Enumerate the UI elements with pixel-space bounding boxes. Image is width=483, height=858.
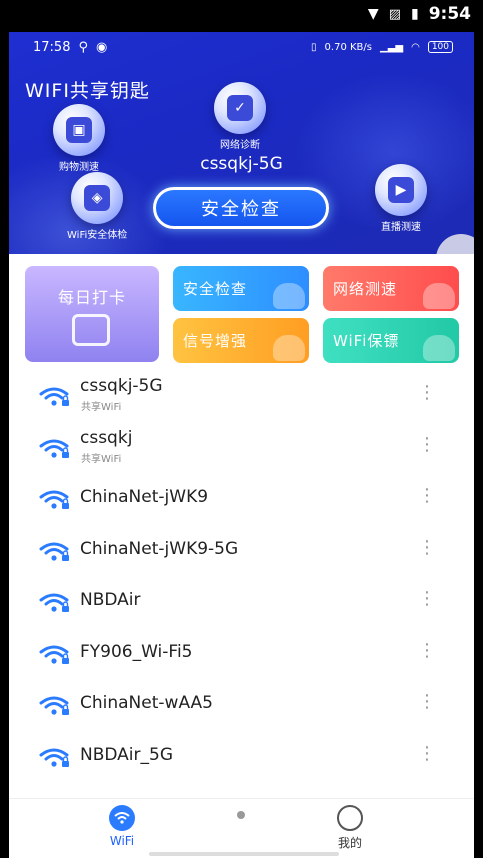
- speed-test-label: 网络测速: [333, 280, 398, 298]
- system-status-bar: ▼ ▨ ▮ 9:54: [0, 0, 483, 32]
- shield-icon: ◈: [84, 185, 111, 211]
- signal-boost-label: 信号增强: [183, 332, 248, 350]
- signal-bars-icon: ▁▃▅: [380, 41, 404, 53]
- wifi-network-row[interactable]: NBDAir ⋮: [9, 576, 474, 628]
- system-time: 9:54: [428, 4, 471, 24]
- decor-circle: [436, 234, 474, 254]
- vibrate-icon: ▯: [311, 41, 317, 53]
- calendar-icon: [72, 314, 110, 346]
- wifi-status-icon: ◠: [411, 41, 420, 53]
- daily-checkin-card[interactable]: 每日打卡: [25, 266, 159, 362]
- wifi-network-row[interactable]: ChinaNet-jWK9-5G ⋮: [9, 525, 474, 577]
- tab-mine-label: 我的: [337, 836, 362, 850]
- tab-wifi[interactable]: WiFi: [109, 805, 135, 848]
- network-speed: 0.70 KB/s: [324, 41, 372, 53]
- live-speed-button[interactable]: ▶ 直播测速: [375, 164, 427, 233]
- more-options-icon[interactable]: ⋮: [418, 435, 436, 454]
- network-name: ChinaNet-wAA5: [80, 693, 213, 713]
- signal-icon: ▼: [367, 6, 379, 22]
- app-title: WIFI共享钥匙: [25, 80, 150, 102]
- network-name: ChinaNet-jWK9-5G: [80, 538, 239, 559]
- more-options-icon[interactable]: ⋮: [418, 538, 436, 557]
- wifi-lock-icon: [39, 696, 69, 715]
- network-subtitle: 共享WiFi: [81, 453, 122, 465]
- sim-icon: ▨: [388, 6, 401, 22]
- tv-icon: ▶: [388, 177, 414, 203]
- usb-icon: ⚲: [78, 39, 88, 55]
- wifi-lock-icon: [39, 439, 69, 458]
- network-name: ChinaNet-jWK9: [80, 487, 209, 507]
- network-diagnose-button[interactable]: ✓ 网络诊断: [214, 82, 266, 151]
- status-time: 17:58: [33, 39, 71, 55]
- wifi-boost-icon: [273, 335, 305, 361]
- network-subtitle: 共享WiFi: [81, 402, 122, 413]
- wifi-security-scan-button[interactable]: ◈ WiFi安全体检: [67, 172, 127, 241]
- network-name: NBDAir: [80, 590, 141, 610]
- wifi-lock-icon: [39, 490, 69, 509]
- app-window: 17:58 ⚲ ◉ ▯ 0.70 KB/s ▁▃▅ ◠ 100 WIFI共享钥匙…: [9, 32, 474, 858]
- tab-wifi-label: WiFi: [109, 834, 135, 848]
- wifi-network-list: cssqkj-5G 共享WiFi ⋮ cssqkj 共享WiFi ⋮ ChinaNet-jW…: [9, 370, 474, 782]
- tab-mine[interactable]: 我的: [337, 805, 363, 851]
- battery-level: 100: [427, 41, 453, 53]
- more-options-icon[interactable]: ⋮: [418, 590, 436, 608]
- wifi-network-row[interactable]: cssqkj 共享WiFi ⋮: [9, 422, 474, 474]
- wifi-network-row[interactable]: FY906_Wi-Fi5 ⋮: [9, 628, 474, 680]
- app-status-bar: 17:58 ⚲ ◉ ▯ 0.70 KB/s ▁▃▅ ◠ 100: [33, 38, 453, 56]
- wifi-lock-icon: [39, 593, 69, 612]
- more-options-icon[interactable]: ⋮: [418, 744, 436, 763]
- network-name: FY906_Wi-Fi5: [80, 641, 193, 662]
- profile-icon: [337, 805, 363, 831]
- wifi-network-row[interactable]: cssqkj-5G 共享WiFi ⋮: [9, 370, 474, 422]
- more-options-icon[interactable]: ⋮: [418, 693, 436, 711]
- network-name: cssqkj: [80, 427, 133, 448]
- more-options-icon[interactable]: ⋮: [418, 487, 436, 505]
- nfc-icon: ◉: [96, 39, 108, 55]
- wifi-security-scan-label: WiFi安全体检: [67, 230, 128, 241]
- wifi-lock-icon: [39, 542, 69, 561]
- security-check-card[interactable]: 安全检查: [173, 266, 309, 311]
- wifi-network-row[interactable]: NBDAir_5G ⋮: [9, 731, 474, 783]
- wifi-network-row[interactable]: ChinaNet-wAA5 ⋮: [9, 679, 474, 731]
- phone-screen: ▼ ▨ ▮ 9:54 17:58 ⚲ ◉ ▯ 0.70 KB/s ▁▃▅ ◠ 1…: [0, 0, 483, 858]
- wifi-network-row[interactable]: ChinaNet-jWK9 ⋮: [9, 473, 474, 525]
- stopwatch-icon: [273, 283, 305, 309]
- signal-boost-card[interactable]: 信号增强: [173, 318, 309, 363]
- more-options-icon[interactable]: ⋮: [418, 641, 436, 660]
- header-banner: 17:58 ⚲ ◉ ▯ 0.70 KB/s ▁▃▅ ◠ 100 WIFI共享钥匙…: [9, 32, 474, 254]
- wifi-lock-icon: [39, 748, 69, 767]
- security-check-button[interactable]: 安全检查: [153, 187, 329, 229]
- wifi-lock-icon: [39, 387, 69, 406]
- current-ssid: cssqkj-5G: [200, 154, 283, 174]
- wifi-tab-icon: [109, 805, 135, 831]
- daily-checkin-label: 每日打卡: [57, 288, 126, 307]
- network-diagnose-label: 网络诊断: [220, 140, 260, 151]
- guard-search-icon: [423, 335, 455, 361]
- shopping-bag-icon: ▣: [66, 117, 92, 143]
- security-check-label: 安全检查: [183, 280, 248, 298]
- wifi-lock-icon: [39, 645, 69, 664]
- home-indicator[interactable]: [149, 852, 339, 856]
- battery-icon: ▮: [410, 6, 419, 22]
- speed-test-card[interactable]: 网络测速: [323, 266, 459, 311]
- page-indicator-dot: [237, 811, 245, 819]
- more-options-icon[interactable]: ⋮: [418, 384, 436, 402]
- bottom-nav: WiFi 我的: [9, 798, 474, 858]
- network-name: NBDAir_5G: [80, 744, 174, 765]
- shield-check-icon: ✓: [227, 95, 253, 121]
- network-name: cssqkj-5G: [80, 376, 163, 396]
- live-speed-label: 直播测速: [381, 222, 421, 233]
- wifi-guard-card[interactable]: WiFi保镖: [323, 318, 459, 363]
- speedometer-icon: [423, 283, 455, 309]
- wifi-guard-label: WiFi保镖: [333, 332, 400, 350]
